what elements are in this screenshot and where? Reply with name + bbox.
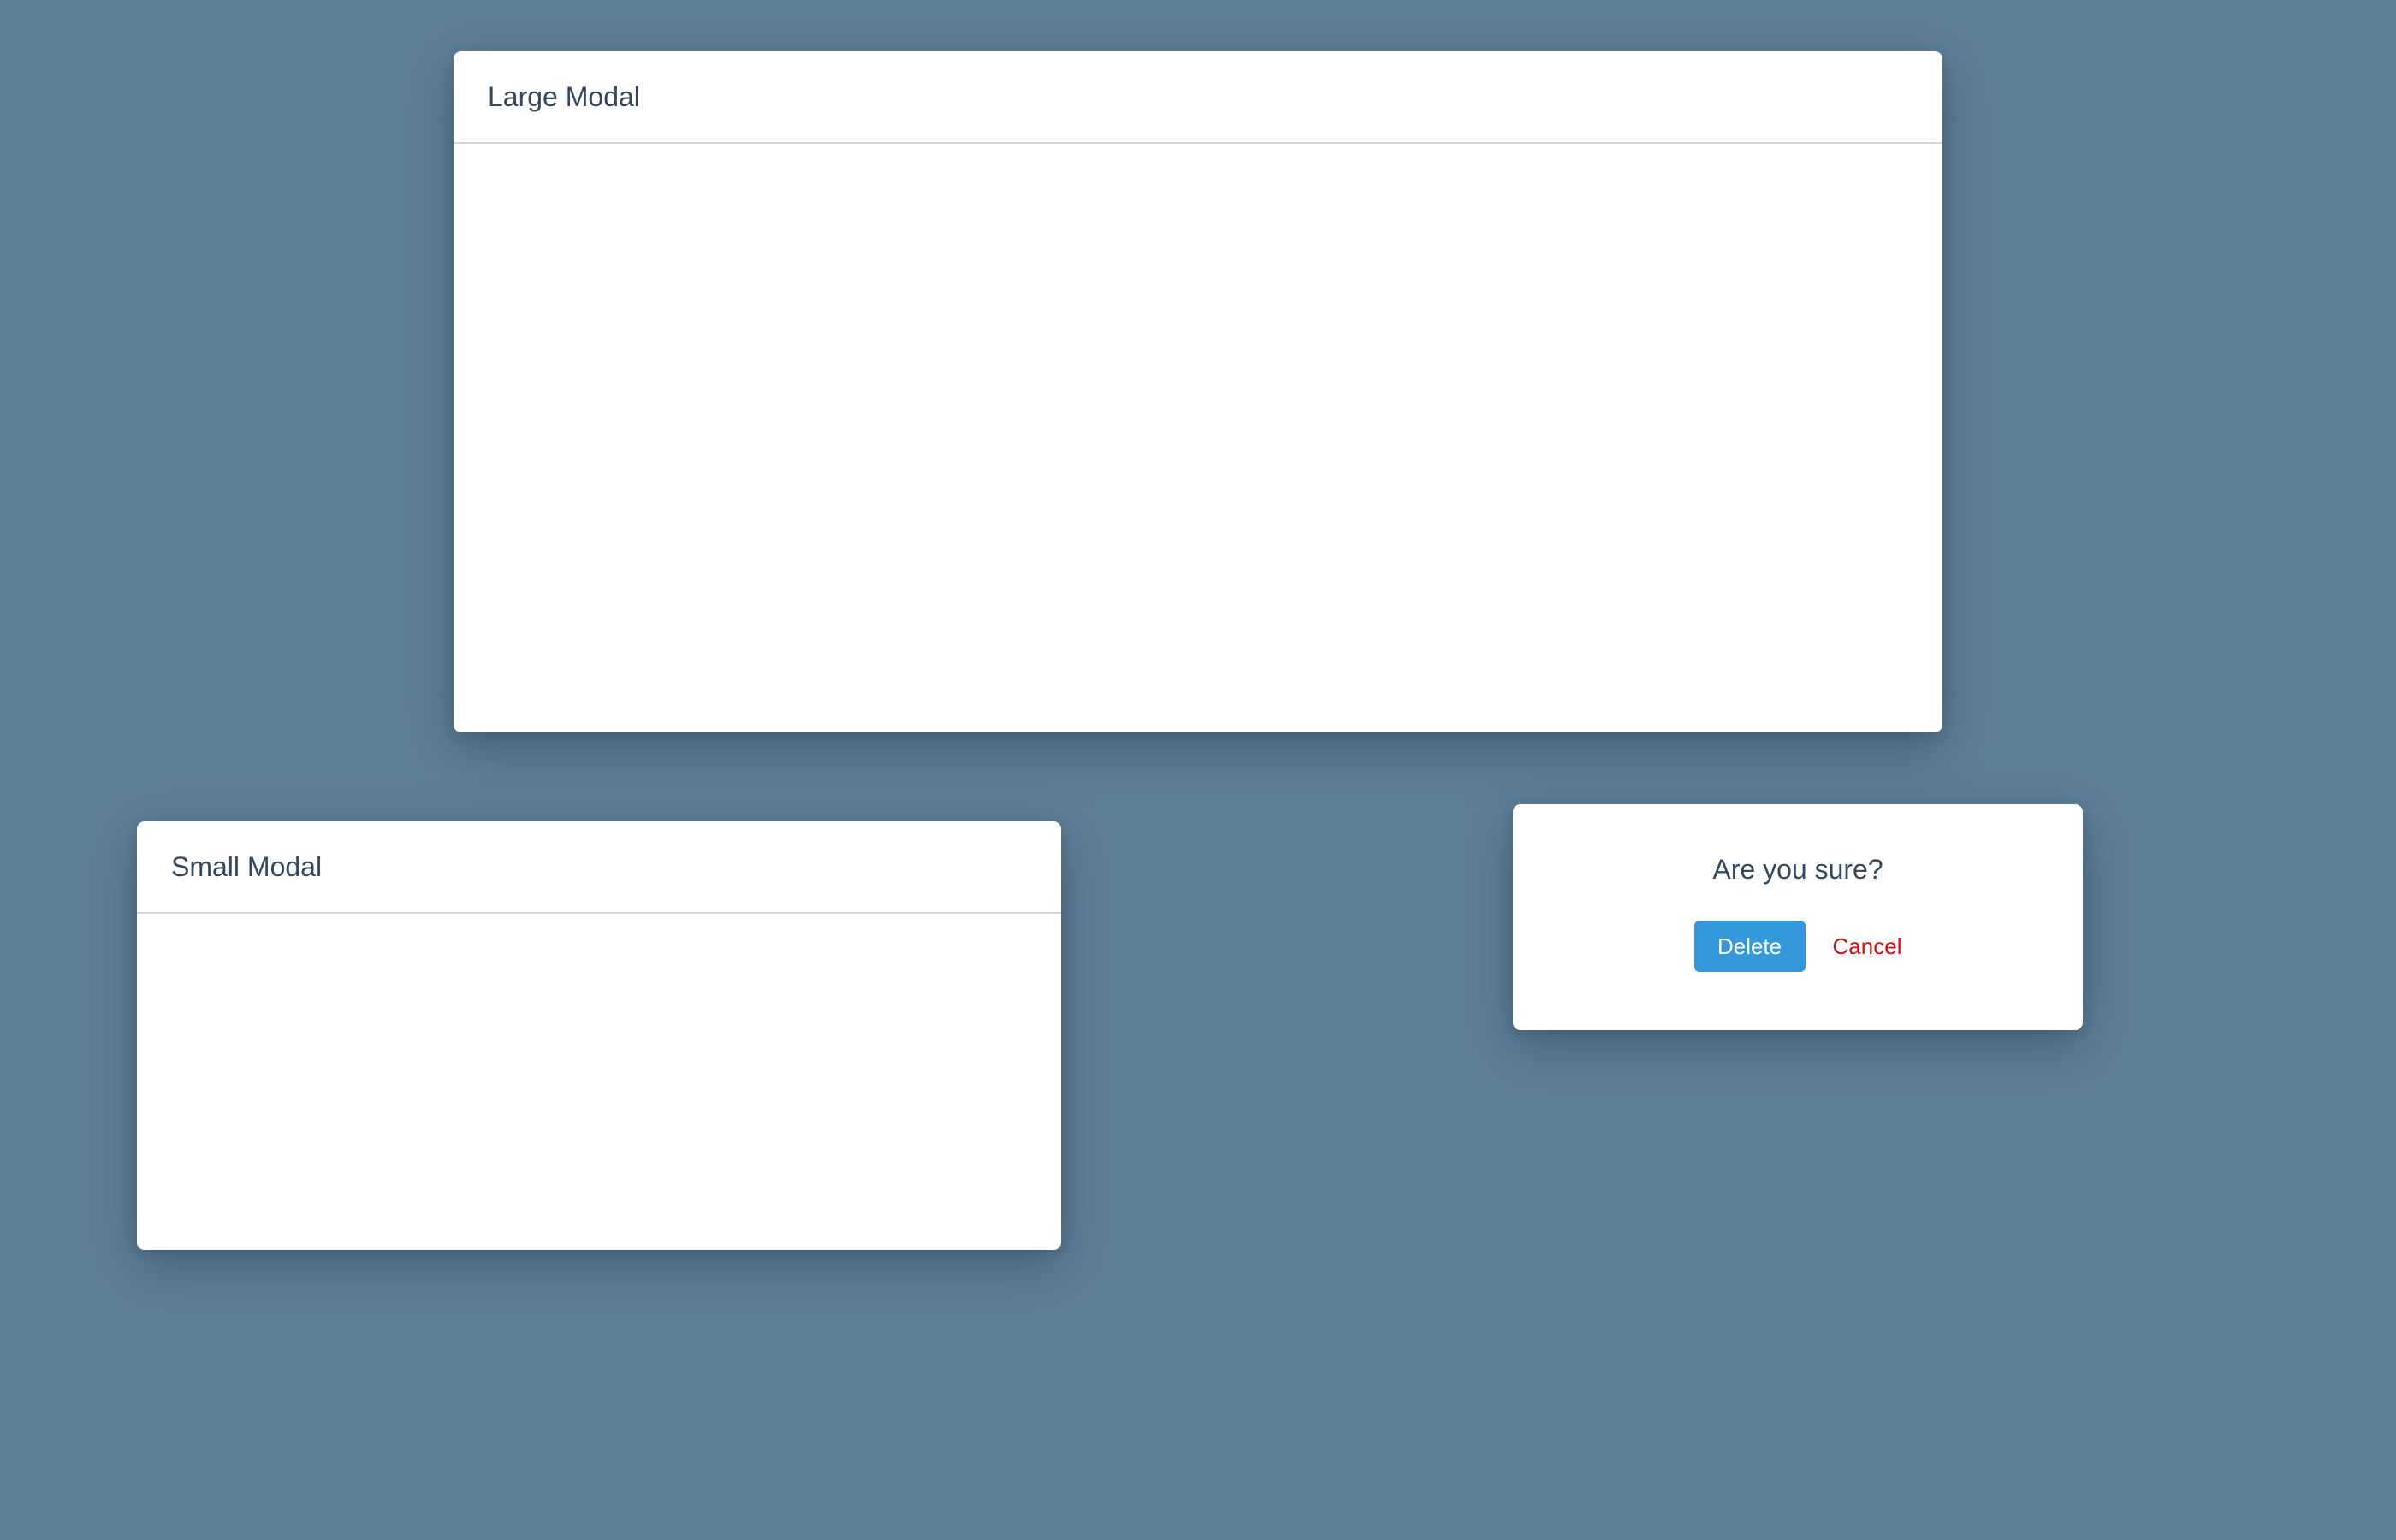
- large-modal: Large Modal: [454, 51, 1942, 732]
- small-modal: Small Modal: [137, 821, 1061, 1250]
- small-modal-header: Small Modal: [137, 821, 1061, 914]
- confirm-dialog: Are you sure? Delete Cancel: [1513, 804, 2083, 1030]
- large-modal-header: Large Modal: [454, 51, 1942, 144]
- large-modal-title: Large Modal: [488, 80, 640, 112]
- cancel-button[interactable]: Cancel: [1833, 933, 1902, 960]
- confirm-actions: Delete Cancel: [1693, 921, 1902, 972]
- delete-button[interactable]: Delete: [1693, 921, 1806, 972]
- app-canvas: { "large_modal": { "title": "Large Modal…: [0, 0, 2396, 1540]
- small-modal-title: Small Modal: [171, 850, 323, 882]
- confirm-question: Are you sure?: [1712, 854, 1883, 885]
